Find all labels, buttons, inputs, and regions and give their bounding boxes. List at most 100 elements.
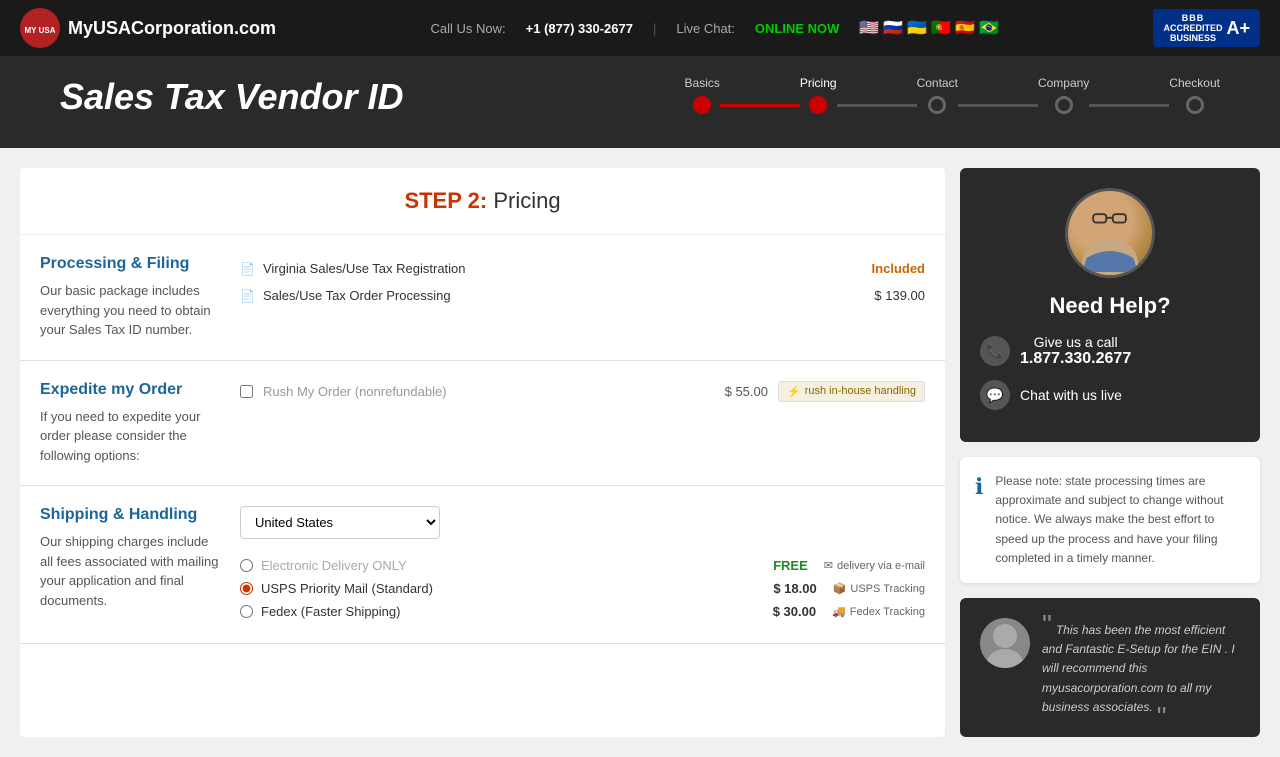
page-title: Sales Tax Vendor ID xyxy=(60,66,685,118)
top-header: MY USA MyUSACorporation.com Call Us Now:… xyxy=(0,0,1280,56)
rush-badge: ⚡ rush in-house handling xyxy=(778,381,925,402)
quote-close: " xyxy=(1157,701,1167,732)
shipping-label-usps: USPS Priority Mail (Standard) xyxy=(261,581,759,596)
phone-number[interactable]: +1 (877) 330-2677 xyxy=(526,21,633,36)
processing-item-1-price: Included xyxy=(872,261,925,276)
phone-icon: 📞 xyxy=(980,336,1010,366)
usps-icon: 📦 xyxy=(833,582,847,595)
note-text: Please note: state processing times are … xyxy=(995,472,1245,568)
shipping-price-usps: $ 18.00 xyxy=(767,581,817,596)
processing-item-2-price: $ 139.00 xyxy=(874,288,925,303)
bbb-badge: BBB ACCREDITED BUSINESS A+ xyxy=(1153,9,1260,47)
shipping-badge-fedex: 🚚 Fedex Tracking xyxy=(832,605,925,618)
step-checkout-dot xyxy=(1186,96,1204,114)
logo-text: MyUSACorporation.com xyxy=(68,18,276,39)
processing-item-1: 📄 Virginia Sales/Use Tax Registration In… xyxy=(240,255,925,282)
step-checkout[interactable]: Checkout xyxy=(1169,76,1220,114)
svg-text:MY USA: MY USA xyxy=(25,26,55,35)
shipping-desc: Our shipping charges include all fees as… xyxy=(40,532,220,610)
call-info: Give us a call 1.877.330.2677 xyxy=(1020,334,1131,368)
sidebar-testimonial: " This has been the most efficient and F… xyxy=(960,598,1260,737)
processing-item-2: 📄 Sales/Use Tax Order Processing $ 139.0… xyxy=(240,282,925,309)
step-contact-dot xyxy=(928,96,946,114)
sidebar-help: Need Help? 📞 Give us a call 1.877.330.26… xyxy=(960,168,1260,442)
testimonial-content: " This has been the most efficient and F… xyxy=(1042,618,1240,717)
processing-item-1-text: Virginia Sales/Use Tax Registration xyxy=(263,261,466,276)
connector-3 xyxy=(958,104,1038,107)
step-basics-dot xyxy=(693,96,711,114)
shipping-price-electronic: FREE xyxy=(758,558,808,573)
processing-item-2-label: 📄 Sales/Use Tax Order Processing xyxy=(240,288,451,303)
shipping-radio-fedex[interactable] xyxy=(240,605,253,618)
shipping-title: Shipping & Handling xyxy=(40,506,220,524)
shipping-left: Shipping & Handling Our shipping charges… xyxy=(40,506,220,623)
step-basics[interactable]: Basics xyxy=(685,76,720,114)
language-flags: 🇺🇸 🇷🇺 🇺🇦 🇵🇹 🇪🇸 🇧🇷 xyxy=(859,18,999,38)
shipping-price-fedex: $ 30.00 xyxy=(766,604,816,619)
connector-2 xyxy=(837,104,917,107)
doc-icon-2: 📄 xyxy=(240,289,255,303)
online-status: ONLINE NOW xyxy=(755,21,840,36)
logo-icon: MY USA xyxy=(20,8,60,48)
shipping-label-electronic: Electronic Delivery ONLY xyxy=(261,558,750,573)
shipping-radio-usps[interactable] xyxy=(240,582,253,595)
chat-option[interactable]: 💬 Chat with us live xyxy=(980,380,1240,410)
processing-items: 📄 Virginia Sales/Use Tax Registration In… xyxy=(240,255,925,340)
phone-number-sidebar: 1.877.330.2677 xyxy=(1020,350,1131,368)
nav-bar: Sales Tax Vendor ID Basics Pricing Conta… xyxy=(0,56,1280,148)
avatar-image xyxy=(1068,191,1152,275)
rush-icon: ⚡ xyxy=(787,385,801,398)
sidebar: Need Help? 📞 Give us a call 1.877.330.26… xyxy=(960,168,1260,737)
shipping-label-fedex: Fedex (Faster Shipping) xyxy=(261,604,758,619)
quote-open: " xyxy=(1042,609,1052,640)
live-chat-label: Live Chat: xyxy=(676,21,735,36)
expedite-item-label: Rush My Order (nonrefundable) xyxy=(263,384,715,399)
step-checkout-label: Checkout xyxy=(1169,76,1220,90)
step-pricing[interactable]: Pricing xyxy=(800,76,837,114)
expedite-checkbox[interactable] xyxy=(240,385,253,398)
step-number: STEP 2: xyxy=(404,188,487,213)
content-area: STEP 2: Pricing Processing & Filing Our … xyxy=(20,168,945,737)
bbb-rating: A+ xyxy=(1226,18,1250,39)
call-label: Give us a call xyxy=(1020,334,1131,350)
header-center: Call Us Now: +1 (877) 330-2677 | Live Ch… xyxy=(431,18,999,38)
step-company[interactable]: Company xyxy=(1038,76,1089,114)
expedite-item-price: $ 55.00 xyxy=(725,384,768,399)
shipping-option-usps: USPS Priority Mail (Standard) $ 18.00 📦 … xyxy=(240,577,925,600)
logo-area: MY USA MyUSACorporation.com xyxy=(20,8,276,48)
connector-1 xyxy=(720,104,800,107)
step-pricing-label: Pricing xyxy=(800,76,837,90)
step-title-name: Pricing xyxy=(493,188,560,213)
testimonial-avatar xyxy=(980,618,1030,668)
shipping-badge-usps: 📦 USPS Tracking xyxy=(833,582,925,595)
processing-desc: Our basic package includes everything yo… xyxy=(40,281,220,340)
step-company-label: Company xyxy=(1038,76,1089,90)
step-contact[interactable]: Contact xyxy=(917,76,958,114)
step-company-dot xyxy=(1055,96,1073,114)
call-option[interactable]: 📞 Give us a call 1.877.330.2677 xyxy=(980,334,1240,368)
divider: | xyxy=(653,21,656,36)
steps-container: Basics Pricing Contact Company Checkout xyxy=(685,66,1220,114)
processing-item-1-label: 📄 Virginia Sales/Use Tax Registration xyxy=(240,261,466,276)
country-select[interactable]: United States xyxy=(240,506,440,539)
processing-left: Processing & Filing Our basic package in… xyxy=(40,255,220,340)
shipping-radio-electronic[interactable] xyxy=(240,559,253,572)
expedite-item-1: Rush My Order (nonrefundable) $ 55.00 ⚡ … xyxy=(240,381,925,402)
step-pricing-dot xyxy=(809,96,827,114)
badge-text-electronic: delivery via e-mail xyxy=(837,560,925,572)
shipping-badge-electronic: ✉ delivery via e-mail xyxy=(824,559,925,572)
badge-text-usps: USPS Tracking xyxy=(850,583,925,595)
main-layout: STEP 2: Pricing Processing & Filing Our … xyxy=(0,148,1280,757)
expedite-desc: If you need to expedite your order pleas… xyxy=(40,407,220,466)
step-basics-label: Basics xyxy=(685,76,720,90)
fedex-icon: 🚚 xyxy=(832,605,846,618)
phone-label: Call Us Now: xyxy=(431,21,506,36)
processing-section: Processing & Filing Our basic package in… xyxy=(20,235,945,361)
processing-title: Processing & Filing xyxy=(40,255,220,273)
rush-badge-text: rush in-house handling xyxy=(805,385,916,397)
shipping-option-fedex: Fedex (Faster Shipping) $ 30.00 🚚 Fedex … xyxy=(240,600,925,623)
step-contact-label: Contact xyxy=(917,76,958,90)
chat-label: Chat with us live xyxy=(1020,387,1122,403)
bbb-label: BBB xyxy=(1182,13,1205,23)
testimonial-text: This has been the most efficient and Fan… xyxy=(1042,623,1235,714)
